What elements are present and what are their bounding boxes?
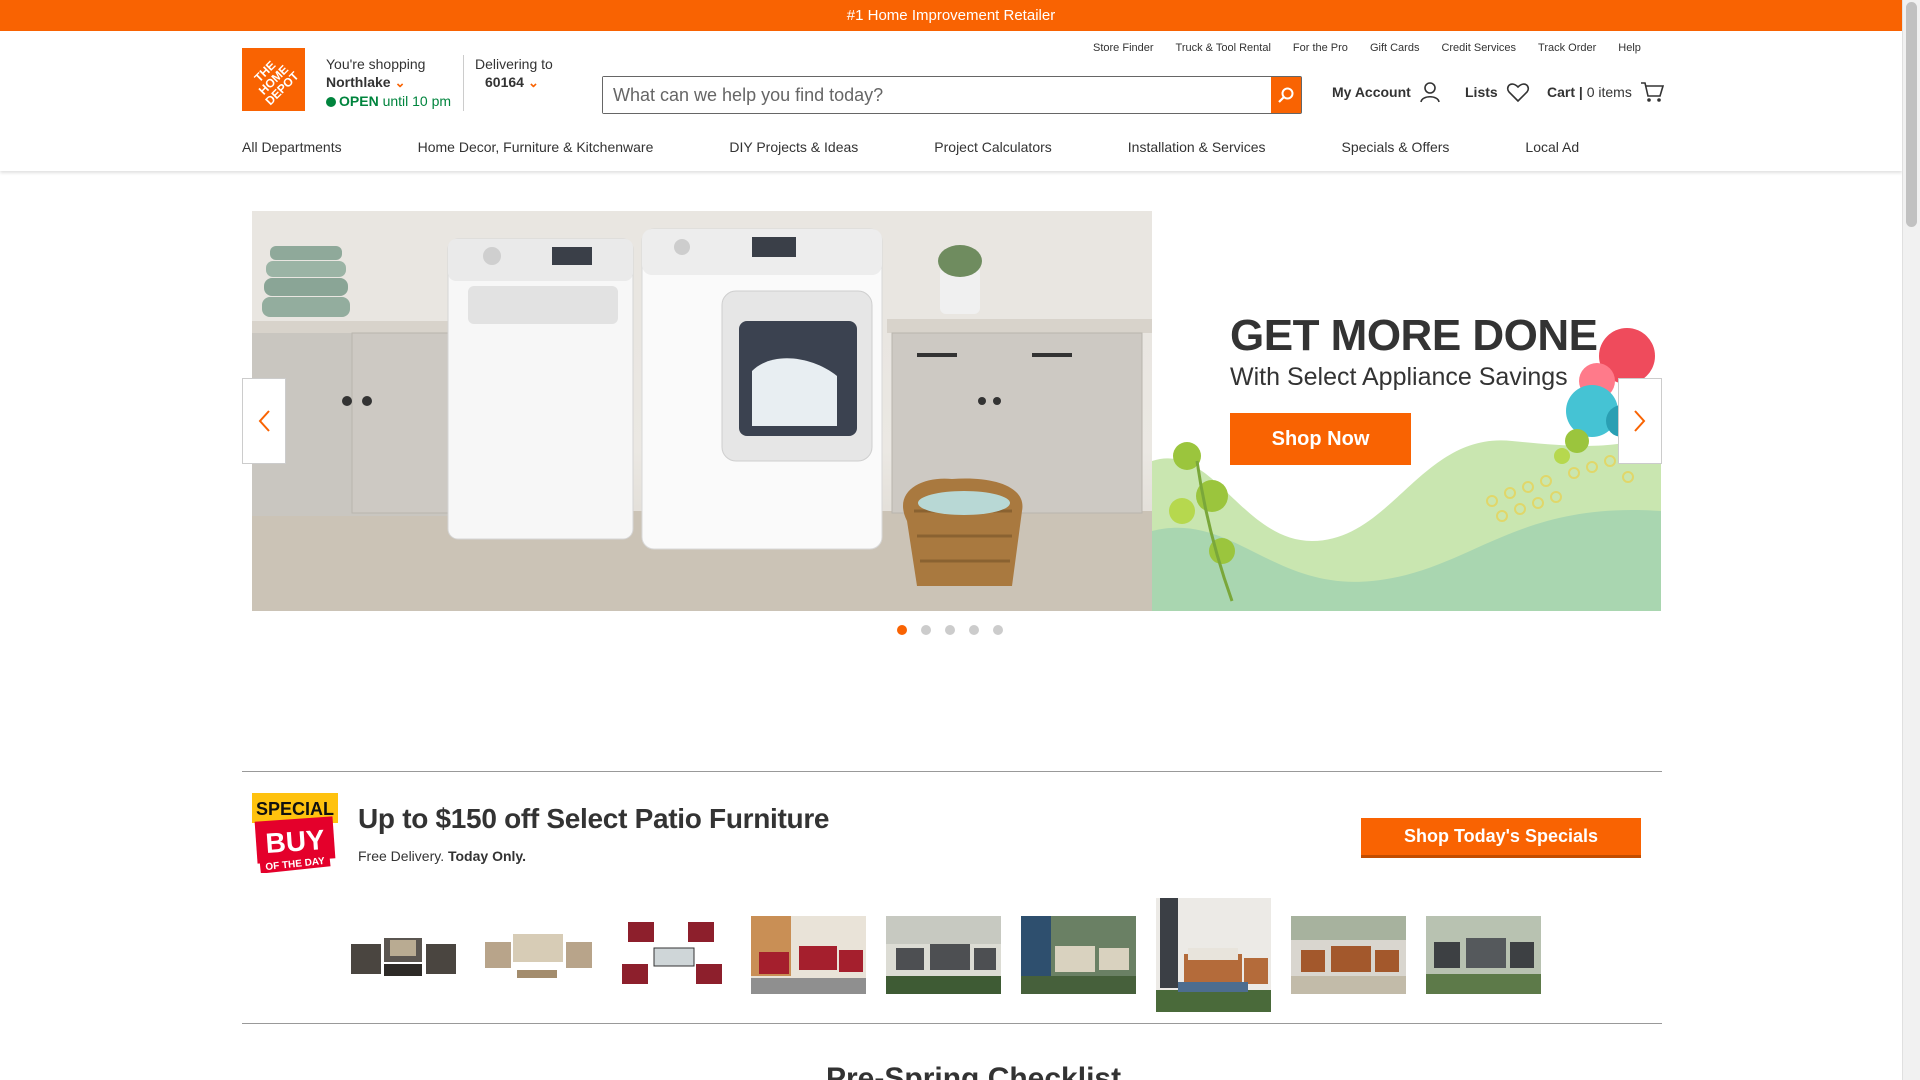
special-buy-badge-graphic: SPECIAL BUY OF THE DAY (252, 793, 338, 874)
nav-diy-projects[interactable]: DIY Projects & Ideas (729, 139, 858, 155)
special-buy-subtitle: Free Delivery. Today Only. (358, 848, 526, 864)
chevron-left-icon (258, 410, 270, 432)
nav-local-ad[interactable]: Local Ad (1525, 139, 1579, 155)
product-thumbnail-7[interactable] (1156, 898, 1271, 1012)
home-depot-logo[interactable]: THE HOME DEPOT (242, 48, 305, 111)
lists-label: Lists (1465, 84, 1498, 100)
product-thumbnail-9[interactable] (1426, 916, 1541, 994)
user-icon (1420, 82, 1440, 103)
util-link-credit-services[interactable]: Credit Services (1441, 42, 1516, 54)
my-account-label: My Account (1332, 84, 1411, 100)
chevron-right-icon (1634, 410, 1646, 432)
promo-text: #1 Home Improvement Retailer (846, 7, 1056, 24)
promo-banner[interactable]: #1 Home Improvement Retailer (0, 0, 1902, 31)
delivery-selector[interactable]: Delivering to 60164 ⌄ (475, 55, 553, 92)
page-scrollbar[interactable] (1902, 0, 1920, 1080)
hero-carousel[interactable]: GET MORE DONE With Select Appliance Savi… (252, 211, 1661, 611)
header-divider (463, 55, 464, 111)
carousel-next-button[interactable] (1618, 378, 1662, 464)
heart-icon (1506, 83, 1529, 103)
search-bar (602, 76, 1302, 114)
my-account-button[interactable]: My Account (1332, 81, 1441, 103)
nav-all-departments[interactable]: All Departments (242, 139, 342, 155)
carousel-dot-2[interactable] (921, 625, 931, 635)
carousel-dot-1[interactable] (897, 625, 907, 635)
shop-now-button[interactable]: Shop Now (1230, 413, 1411, 465)
badge-text-special: SPECIAL (256, 799, 334, 819)
cart-icon (1640, 82, 1664, 102)
store-hours-text: until 10 pm (382, 93, 452, 109)
util-link-gift-cards[interactable]: Gift Cards (1370, 42, 1420, 54)
product-thumbnails (346, 898, 1541, 1012)
product-thumbnail-4[interactable] (751, 916, 866, 994)
laundry-room-illustration (252, 211, 1152, 611)
chevron-down-icon: ⌄ (394, 75, 406, 90)
hero-promo-panel: GET MORE DONE With Select Appliance Savi… (1152, 211, 1661, 611)
cart-count: 0 items (1586, 84, 1632, 100)
cart-separator: | (1578, 84, 1583, 100)
util-link-help[interactable]: Help (1618, 42, 1641, 54)
logo-text: THE HOME DEPOT (251, 57, 302, 108)
special-buy-badge: SPECIAL BUY OF THE DAY (252, 793, 338, 874)
product-thumbnail-6[interactable] (1021, 916, 1136, 994)
special-buy-title[interactable]: Up to $150 off Select Patio Furniture (358, 803, 830, 835)
carousel-dot-5[interactable] (993, 625, 1003, 635)
open-status-icon (326, 97, 336, 107)
today-only-text: Today Only. (447, 848, 527, 864)
util-link-truck-tool-rental[interactable]: Truck & Tool Rental (1176, 42, 1271, 54)
nav-project-calculators[interactable]: Project Calculators (934, 139, 1052, 155)
lists-button[interactable]: Lists (1465, 81, 1530, 103)
store-name: Northlake (326, 74, 391, 90)
floral-decoration (1152, 328, 1661, 611)
cart-button[interactable]: Cart | 0 items (1547, 81, 1664, 103)
store-status: OPEN (339, 93, 379, 109)
util-link-store-finder[interactable]: Store Finder (1093, 42, 1154, 54)
product-thumbnail-1[interactable] (346, 916, 461, 994)
scrollbar-thumb[interactable] (1906, 2, 1917, 227)
delivery-zip: 60164 (485, 74, 524, 90)
nav-installation-services[interactable]: Installation & Services (1128, 139, 1266, 155)
section-divider (242, 771, 1662, 772)
chevron-down-icon: ⌄ (527, 75, 539, 90)
util-link-track-order[interactable]: Track Order (1538, 42, 1596, 54)
search-input[interactable] (603, 77, 1271, 113)
section-divider (242, 1023, 1662, 1024)
store-label: You're shopping (326, 56, 426, 72)
util-link-for-the-pro[interactable]: For the Pro (1293, 42, 1348, 54)
cart-label: Cart (1547, 84, 1576, 100)
badge-text-buy: BUY (265, 824, 326, 859)
store-hours: OPEN until 10 pm (326, 92, 451, 110)
hero-title: GET MORE DONE (1230, 311, 1598, 360)
nav-home-decor[interactable]: Home Decor, Furniture & Kitchenware (418, 139, 654, 155)
hero-subtitle: With Select Appliance Savings (1230, 363, 1568, 391)
search-icon (1278, 87, 1294, 103)
site-header: THE HOME DEPOT You're shopping Northlake… (0, 31, 1902, 171)
search-button[interactable] (1271, 77, 1301, 113)
nav-specials-offers[interactable]: Specials & Offers (1342, 139, 1450, 155)
product-thumbnail-3[interactable] (616, 916, 731, 994)
delivery-label: Delivering to (475, 56, 553, 72)
carousel-dot-3[interactable] (945, 625, 955, 635)
product-thumbnail-2[interactable] (481, 916, 596, 994)
hero-laundry-image (252, 211, 1152, 611)
carousel-dot-4[interactable] (969, 625, 979, 635)
product-thumbnail-5[interactable] (886, 916, 1001, 994)
main-nav: All Departments Home Decor, Furniture & … (242, 139, 1655, 155)
carousel-prev-button[interactable] (242, 378, 286, 464)
carousel-dots (897, 625, 1003, 635)
shop-todays-specials-button[interactable]: Shop Today's Specials (1361, 818, 1641, 858)
free-delivery-text: Free Delivery. (358, 848, 445, 864)
store-selector[interactable]: You're shopping Northlake ⌄ OPEN until 10… (326, 55, 451, 110)
utility-links: Store Finder Truck & Tool Rental For the… (1093, 42, 1641, 54)
product-thumbnail-8[interactable] (1291, 916, 1406, 994)
pre-spring-checklist-title: Pre-Spring Checklist (826, 1062, 1122, 1080)
